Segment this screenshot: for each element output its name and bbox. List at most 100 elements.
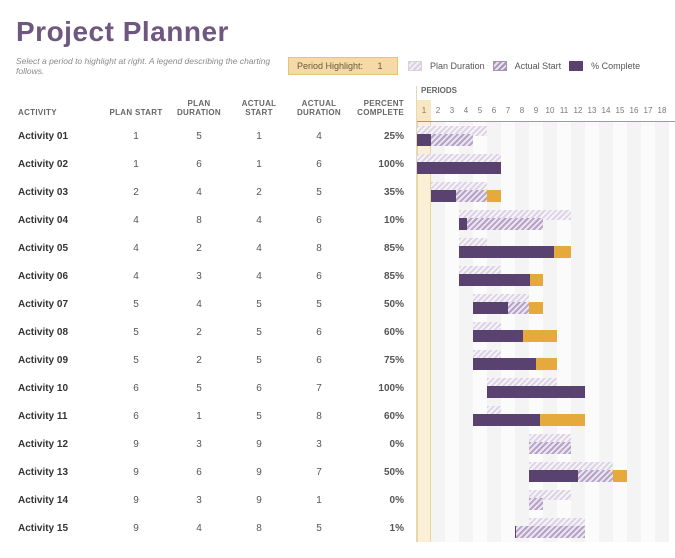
actual-bar <box>515 526 585 538</box>
gantt-row <box>417 346 675 374</box>
actual-bar <box>529 442 571 454</box>
content-area: ACTIVITY PLAN START PLAN DURATION ACTUAL… <box>16 86 675 542</box>
complete-bar <box>515 526 516 538</box>
beyond-plan-bar <box>529 302 543 314</box>
legend: Plan Duration Actual Start % Complete <box>408 61 640 71</box>
gantt-row <box>417 402 675 430</box>
period-header-cell[interactable]: 4 <box>459 100 473 121</box>
plan-duration-cell: 2 <box>166 327 232 338</box>
table-row[interactable]: Activity 13969750% <box>16 458 416 486</box>
activity-name: Activity 11 <box>16 411 106 422</box>
table-row[interactable]: Activity 11615860% <box>16 402 416 430</box>
complete-bar <box>459 246 554 258</box>
table-row[interactable]: Activity 01151425% <box>16 122 416 150</box>
gantt-row <box>417 458 675 486</box>
activity-name: Activity 06 <box>16 271 106 282</box>
actual-duration-cell: 8 <box>286 411 352 422</box>
pct-cell: 1% <box>352 523 416 534</box>
plan-duration-cell: 5 <box>166 131 232 142</box>
pct-cell: 85% <box>352 243 416 254</box>
activity-name: Activity 02 <box>16 159 106 170</box>
gantt-row <box>417 262 675 290</box>
actual-start-cell: 5 <box>232 411 286 422</box>
table-row[interactable]: Activity 1493910% <box>16 486 416 514</box>
period-header-cell[interactable]: 7 <box>501 100 515 121</box>
pct-cell: 50% <box>352 467 416 478</box>
period-header-cell[interactable]: 14 <box>599 100 613 121</box>
actual-duration-cell: 5 <box>286 187 352 198</box>
table-row[interactable]: Activity 1293930% <box>16 430 416 458</box>
period-header-cell[interactable]: 5 <box>473 100 487 121</box>
gantt-row <box>417 374 675 402</box>
table-row[interactable]: Activity 03242535% <box>16 178 416 206</box>
period-header-cell[interactable]: 3 <box>445 100 459 121</box>
actual-duration-cell: 4 <box>286 131 352 142</box>
table-area: ACTIVITY PLAN START PLAN DURATION ACTUAL… <box>16 86 416 542</box>
period-header-cell[interactable]: 17 <box>641 100 655 121</box>
period-header-cell[interactable]: 13 <box>585 100 599 121</box>
col-actual-start: ACTUAL START <box>232 99 286 118</box>
actual-start-cell: 5 <box>232 299 286 310</box>
legend-pct-complete: % Complete <box>591 61 640 71</box>
table-row[interactable]: Activity 05424885% <box>16 234 416 262</box>
plan-duration-cell: 6 <box>166 467 232 478</box>
period-highlight-input[interactable] <box>371 60 389 72</box>
table-row[interactable]: Activity 106567100% <box>16 374 416 402</box>
period-header-cell[interactable]: 11 <box>557 100 571 121</box>
table-row[interactable]: Activity 08525660% <box>16 318 416 346</box>
gantt-row <box>417 234 675 262</box>
period-highlight-box[interactable]: Period Highlight: <box>288 57 398 75</box>
plan-start-cell: 9 <box>106 439 166 450</box>
col-actual-duration: ACTUAL DURATION <box>286 99 352 118</box>
plan-start-cell: 9 <box>106 523 166 534</box>
activity-name: Activity 14 <box>16 495 106 506</box>
legend-plan-duration: Plan Duration <box>430 61 485 71</box>
swatch-actual-start-icon <box>493 61 507 71</box>
period-header-cell[interactable]: 9 <box>529 100 543 121</box>
pct-cell: 0% <box>352 439 416 450</box>
pct-cell: 10% <box>352 215 416 226</box>
plan-start-cell: 5 <box>106 355 166 366</box>
period-header-cell[interactable]: 8 <box>515 100 529 121</box>
plan-start-cell: 9 <box>106 467 166 478</box>
actual-duration-cell: 3 <box>286 439 352 450</box>
gantt-row <box>417 290 675 318</box>
pct-cell: 60% <box>352 327 416 338</box>
table-row[interactable]: Activity 021616100% <box>16 150 416 178</box>
gantt-body <box>417 122 675 542</box>
plan-start-cell: 2 <box>106 187 166 198</box>
table-row[interactable]: Activity 1594851% <box>16 514 416 542</box>
column-headers: ACTIVITY PLAN START PLAN DURATION ACTUAL… <box>16 86 416 122</box>
page-title: Project Planner <box>16 16 675 48</box>
actual-bar <box>459 218 543 230</box>
pct-cell: 75% <box>352 355 416 366</box>
table-row[interactable]: Activity 07545550% <box>16 290 416 318</box>
period-header-cell[interactable]: 15 <box>613 100 627 121</box>
gantt-row <box>417 206 675 234</box>
period-header-cell[interactable]: 18 <box>655 100 669 121</box>
period-header-cell[interactable]: 10 <box>543 100 557 121</box>
actual-start-cell: 6 <box>232 383 286 394</box>
table-row[interactable]: Activity 06434685% <box>16 262 416 290</box>
plan-duration-cell: 3 <box>166 495 232 506</box>
plan-duration-cell: 4 <box>166 299 232 310</box>
actual-start-cell: 8 <box>232 523 286 534</box>
pct-cell: 85% <box>352 271 416 282</box>
complete-bar <box>417 162 501 174</box>
legend-actual-start: Actual Start <box>515 61 562 71</box>
table-row[interactable]: Activity 04484610% <box>16 206 416 234</box>
period-header: 123456789101112131415161718 <box>417 100 675 122</box>
period-header-cell[interactable]: 16 <box>627 100 641 121</box>
plan-duration-cell: 2 <box>166 355 232 366</box>
table-row[interactable]: Activity 09525675% <box>16 346 416 374</box>
period-header-cell[interactable]: 2 <box>431 100 445 121</box>
activity-name: Activity 05 <box>16 243 106 254</box>
period-header-cell[interactable]: 1 <box>417 100 431 121</box>
actual-duration-cell: 7 <box>286 383 352 394</box>
period-header-cell[interactable]: 6 <box>487 100 501 121</box>
actual-start-cell: 9 <box>232 495 286 506</box>
actual-start-cell: 1 <box>232 159 286 170</box>
actual-duration-cell: 7 <box>286 467 352 478</box>
instruction-text: Select a period to highlight at right. A… <box>16 56 278 76</box>
period-header-cell[interactable]: 12 <box>571 100 585 121</box>
